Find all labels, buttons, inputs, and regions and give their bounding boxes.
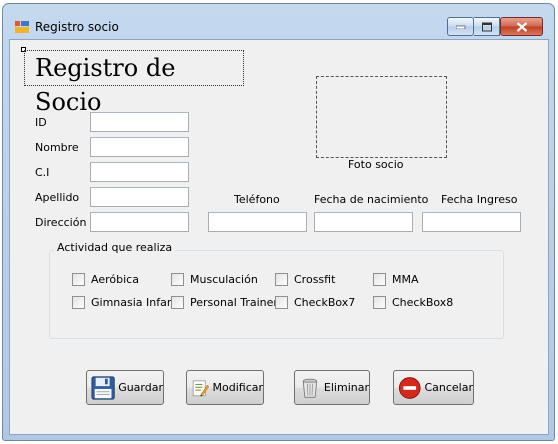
page-title: Registro de Socio — [24, 50, 244, 116]
direccion-input[interactable] — [90, 212, 189, 232]
checkbox-box[interactable] — [275, 273, 288, 286]
checkbox-box[interactable] — [171, 273, 184, 286]
activities-legend: Actividad que realiza — [54, 241, 176, 254]
ci-input[interactable] — [90, 162, 189, 182]
checkbox-personal-trainer[interactable]: Personal Trainer — [171, 296, 278, 309]
app-icon — [15, 21, 29, 33]
modificar-button[interactable]: Modificar — [186, 370, 264, 405]
direccion-label: Dirección — [35, 216, 87, 229]
fecha-nacimiento-input[interactable] — [314, 212, 413, 232]
checkbox-label: CheckBox8 — [392, 296, 454, 309]
foto-label: Foto socio — [348, 158, 404, 171]
app-window: Registro socio Registro de Socio ID Nomb… — [2, 3, 555, 441]
checkbox-box[interactable] — [171, 296, 184, 309]
eliminar-label: Eliminar — [323, 381, 369, 394]
maximize-button[interactable] — [474, 17, 500, 36]
fecha-ingreso-label: Fecha Ingreso — [441, 193, 518, 206]
fecha-ingreso-input[interactable] — [422, 212, 521, 232]
checkbox-box[interactable] — [72, 296, 85, 309]
edit-document-icon — [192, 380, 210, 397]
telefono-label: Teléfono — [234, 193, 280, 206]
title-bar[interactable]: Registro socio — [3, 4, 554, 42]
apellido-input[interactable] — [90, 187, 189, 207]
maximize-icon — [481, 22, 492, 31]
checkbox-box[interactable] — [373, 273, 386, 286]
checkbox-label: Personal Trainer — [190, 296, 278, 309]
checkbox-label: MMA — [392, 273, 419, 286]
checkbox-box[interactable] — [373, 296, 386, 309]
checkbox-gimnasia-infantil[interactable]: Gimnasia Infantil — [72, 296, 184, 309]
guardar-button[interactable]: Guardar — [86, 370, 164, 405]
cancelar-label: Cancelar — [424, 381, 473, 394]
checkbox-aerobica[interactable]: Aeróbica — [72, 273, 139, 286]
checkbox-box[interactable] — [72, 273, 85, 286]
close-button[interactable] — [500, 17, 543, 36]
trash-can-icon — [302, 378, 318, 398]
id-label: ID — [35, 116, 47, 129]
checkbox-checkbox7[interactable]: CheckBox7 — [275, 296, 355, 309]
eliminar-button[interactable]: Eliminar — [294, 370, 370, 405]
cancelar-button[interactable]: Cancelar — [393, 370, 474, 405]
floppy-disk-icon — [91, 375, 115, 400]
nombre-input[interactable] — [90, 137, 189, 157]
checkbox-musculacion[interactable]: Musculación — [171, 273, 258, 286]
checkbox-checkbox8[interactable]: CheckBox8 — [373, 296, 453, 309]
photo-box[interactable] — [316, 76, 447, 158]
window-title: Registro socio — [35, 20, 119, 34]
id-input[interactable] — [90, 112, 189, 132]
modificar-label: Modificar — [212, 381, 264, 394]
apellido-label: Apellido — [35, 191, 80, 204]
checkbox-label: Crossfit — [294, 273, 336, 286]
ci-label: C.I — [35, 166, 50, 179]
checkbox-label: Aeróbica — [91, 273, 139, 286]
checkbox-mma[interactable]: MMA — [373, 273, 419, 286]
activities-groupbox — [49, 250, 504, 339]
form-client-area: Registro de Socio ID Nombre C.I Apellido… — [9, 39, 549, 435]
cancel-icon — [398, 376, 421, 399]
checkbox-label: CheckBox7 — [294, 296, 356, 309]
checkbox-box[interactable] — [275, 296, 288, 309]
checkbox-label: Musculación — [190, 273, 258, 286]
minimize-icon — [455, 25, 465, 29]
fecha-nacimiento-label: Fecha de nacimiento — [314, 193, 429, 206]
nombre-label: Nombre — [35, 141, 79, 154]
checkbox-crossfit[interactable]: Crossfit — [275, 273, 335, 286]
close-icon — [516, 21, 527, 32]
guardar-label: Guardar — [118, 381, 163, 394]
telefono-input[interactable] — [208, 212, 307, 232]
minimize-button[interactable] — [447, 17, 474, 36]
